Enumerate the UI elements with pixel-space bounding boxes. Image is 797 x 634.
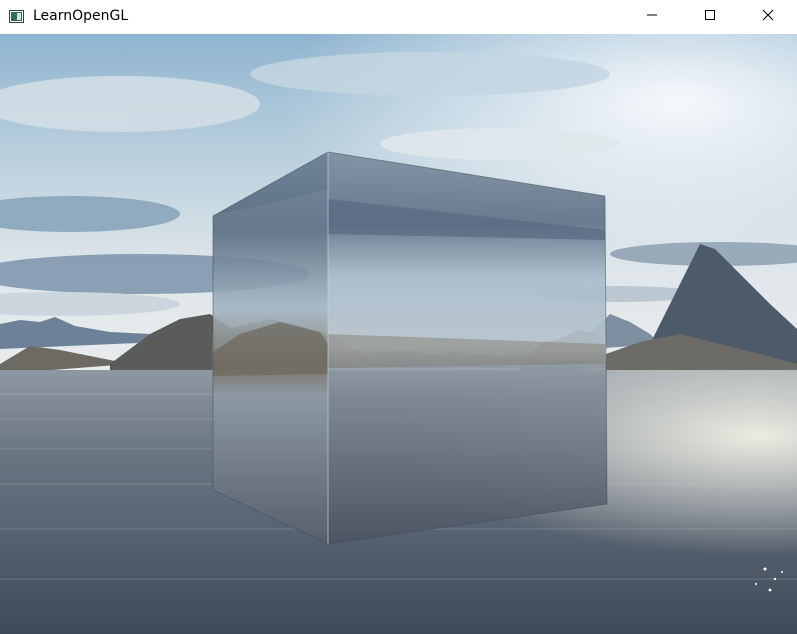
- opengl-viewport[interactable]: [0, 34, 797, 634]
- title-bar[interactable]: LearnOpenGL: [0, 0, 797, 34]
- window-title: LearnOpenGL: [33, 8, 129, 24]
- minimize-button[interactable]: [623, 0, 681, 34]
- maximize-button[interactable]: [681, 0, 739, 34]
- reflective-cube: [212, 151, 608, 545]
- app-window-icon: [9, 10, 24, 23]
- app-window: LearnOpenGL: [0, 0, 797, 634]
- maximize-icon: [704, 8, 716, 26]
- close-button[interactable]: [739, 0, 797, 34]
- minimize-icon: [646, 8, 658, 26]
- scene-render: [0, 34, 797, 634]
- close-icon: [762, 8, 774, 26]
